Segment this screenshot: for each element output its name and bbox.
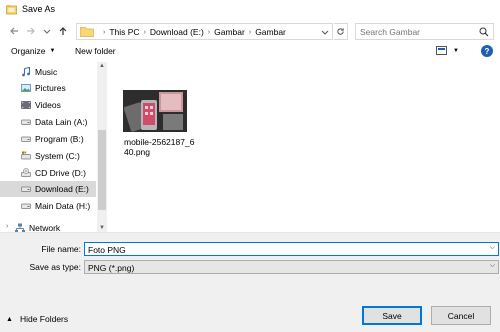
nav-item-pictures[interactable]: Pictures xyxy=(0,80,96,96)
nav-item-data-lain[interactable]: Data Lain (A:) xyxy=(0,114,96,130)
view-options-icon xyxy=(436,46,447,55)
caret-up-icon: ▲ xyxy=(6,315,13,323)
nav-item-videos[interactable]: Videos xyxy=(0,97,96,113)
breadcrumb-separator-icon: › xyxy=(207,28,211,36)
file-name: mobile-2562187_640.png xyxy=(124,137,195,157)
search-icon xyxy=(479,27,489,37)
nav-item-label: System (C:) xyxy=(35,151,80,161)
nav-item-main-data[interactable]: Main Data (H:) xyxy=(0,198,96,214)
hide-folders-label: Hide Folders xyxy=(19,314,69,324)
refresh-icon xyxy=(337,28,344,35)
nav-item-program[interactable]: Program (B:) xyxy=(0,131,96,147)
nav-item-label: Videos xyxy=(35,100,61,110)
image-thumbnail xyxy=(123,90,187,132)
forward-button[interactable] xyxy=(24,24,38,38)
scroll-up-icon[interactable]: ▲ xyxy=(99,63,105,69)
search-input[interactable] xyxy=(360,26,470,37)
change-view-button[interactable]: ▼ xyxy=(436,46,459,55)
nav-item-label: Music xyxy=(35,67,58,77)
save-button[interactable]: Save xyxy=(362,306,422,325)
drive-icon xyxy=(21,119,31,125)
scrollbar-thumb[interactable] xyxy=(98,130,106,210)
recent-locations-button[interactable] xyxy=(40,24,54,38)
breadcrumb-item[interactable]: This PC xyxy=(109,27,139,37)
nav-item-network[interactable]: › Network xyxy=(0,220,96,232)
network-icon xyxy=(15,223,25,232)
up-arrow-icon xyxy=(59,27,67,35)
cd-drive-icon xyxy=(21,168,31,177)
save-as-type-value: PNG (*.png) xyxy=(88,263,135,273)
scroll-down-icon[interactable]: ▼ xyxy=(99,225,105,231)
file-name-label: File name: xyxy=(41,244,81,254)
search-box[interactable] xyxy=(355,23,494,40)
hide-folders-button[interactable]: ▲ Hide Folders xyxy=(6,314,68,324)
chevron-down-icon[interactable]: ⌵ xyxy=(490,244,495,252)
chevron-down-icon xyxy=(43,29,51,34)
chevron-down-icon xyxy=(321,30,328,35)
drive-icon xyxy=(21,186,31,192)
back-arrow-icon xyxy=(10,27,18,35)
up-button[interactable] xyxy=(56,24,70,38)
breadcrumb: › This PC › Download (E:) › Gambar › Gam… xyxy=(99,27,286,37)
breadcrumb-separator-icon: › xyxy=(143,28,146,36)
nav-item-label: CD Drive (D:) xyxy=(35,168,86,178)
nav-item-label: Pictures xyxy=(35,83,66,93)
breadcrumb-item[interactable]: Gambar xyxy=(255,27,286,37)
command-bar: Organize ▼ New folder ▼ ? xyxy=(0,44,500,60)
cancel-button[interactable]: Cancel xyxy=(431,306,491,325)
system-drive-icon xyxy=(21,151,31,160)
breadcrumb-item[interactable]: Download (E:) xyxy=(150,27,204,37)
back-button[interactable] xyxy=(7,24,21,38)
save-panel: File name: ⌵ Save as type: PNG (*.png) ⌵… xyxy=(0,232,500,332)
nav-item-cd-drive[interactable]: CD Drive (D:) xyxy=(0,165,96,181)
pictures-icon xyxy=(21,84,31,92)
music-icon xyxy=(22,67,31,77)
videos-icon xyxy=(21,101,31,109)
window-title: Save As xyxy=(22,4,56,14)
save-as-app-icon xyxy=(6,5,17,15)
caret-down-icon: ▼ xyxy=(453,47,459,54)
nav-item-label: Data Lain (A:) xyxy=(35,117,88,127)
file-list: mobile-2562187_640.png xyxy=(108,62,500,232)
address-dropdown-button[interactable] xyxy=(319,25,330,38)
breadcrumb-item[interactable]: Gambar xyxy=(214,27,245,37)
drive-icon xyxy=(21,203,31,209)
nav-item-label: Main Data (H:) xyxy=(35,201,91,211)
address-row: › This PC › Download (E:) › Gambar › Gam… xyxy=(0,20,500,44)
nav-item-system[interactable]: System (C:) xyxy=(0,148,96,164)
help-button[interactable]: ? xyxy=(481,45,493,57)
expand-chevron-icon[interactable]: › xyxy=(6,223,8,230)
nav-item-label: Program (B:) xyxy=(35,134,84,144)
nav-scrollbar[interactable]: ▲ ▼ xyxy=(97,62,107,232)
folder-icon xyxy=(80,27,94,37)
save-as-type-select[interactable]: PNG (*.png) ⌵ xyxy=(84,260,499,274)
breadcrumb-separator-icon: › xyxy=(248,28,252,36)
title-bar: Save As xyxy=(0,0,500,20)
nav-item-download[interactable]: Download (E:) xyxy=(0,181,96,197)
caret-down-icon: ▼ xyxy=(49,48,56,54)
breadcrumb-separator-icon: › xyxy=(103,28,106,36)
organize-button[interactable]: Organize ▼ xyxy=(11,46,55,56)
organize-label: Organize xyxy=(11,46,46,56)
help-icon: ? xyxy=(484,46,490,56)
nav-item-label: Network xyxy=(29,223,61,232)
forward-arrow-icon xyxy=(27,27,35,35)
refresh-button[interactable] xyxy=(334,23,348,40)
new-folder-button[interactable]: New folder xyxy=(75,46,116,56)
file-name-combobox[interactable]: ⌵ xyxy=(84,242,499,256)
drive-icon xyxy=(21,136,31,142)
navigation-pane: Music Pictures Videos Data Lain (A:) Pro… xyxy=(0,62,107,232)
chevron-down-icon: ⌵ xyxy=(489,262,495,269)
save-as-type-label: Save as type: xyxy=(29,262,81,272)
nav-item-label: Download (E:) xyxy=(35,184,89,194)
file-name-input[interactable] xyxy=(88,244,478,255)
address-bar[interactable]: › This PC › Download (E:) › Gambar › Gam… xyxy=(76,23,333,40)
nav-item-music[interactable]: Music xyxy=(0,64,96,80)
